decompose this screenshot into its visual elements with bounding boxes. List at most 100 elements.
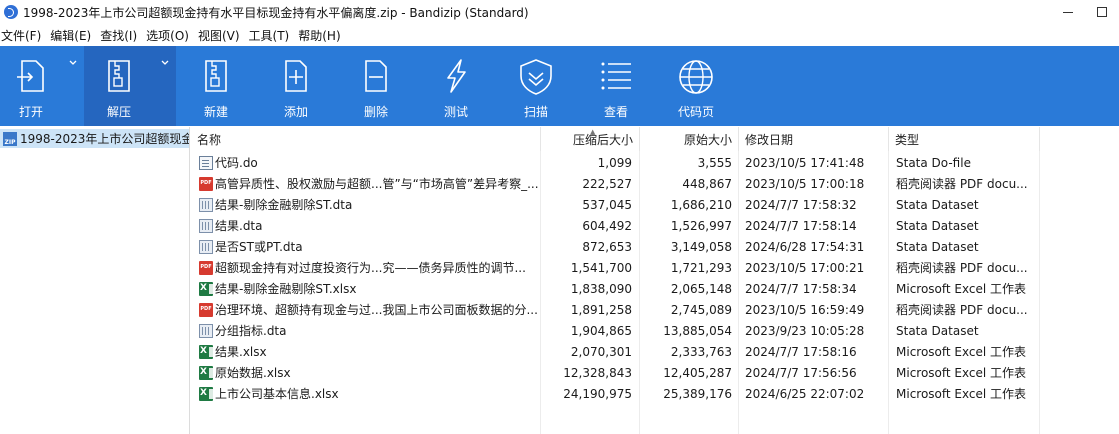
file-name: 结果.xlsx <box>215 345 267 359</box>
original-size-cell: 2,065,148 <box>670 281 732 296</box>
pdf-file-icon <box>199 302 213 317</box>
file-row[interactable]: 结果.xlsx 2,070,301 2,333,763 2024/7/7 17:58:… <box>191 341 1119 362</box>
menu-tools[interactable]: 工具(T) <box>247 27 297 44</box>
codepage-button[interactable]: 代码页 <box>656 46 736 126</box>
modified-date-cell: 2023/10/5 17:00:18 <box>745 176 865 191</box>
file-name-cell: 高管异质性、股权激励与超额...管”与“市场高管”差异考察_... <box>199 173 539 194</box>
file-row[interactable]: 分组指标.dta 1,904,865 13,885,054 2023/9/23 10:… <box>191 320 1119 341</box>
file-name-cell: 代码.do <box>199 152 539 173</box>
modified-date-cell: 2023/9/23 10:05:28 <box>745 323 865 338</box>
delete-button[interactable]: 删除 <box>336 46 416 126</box>
zip-archive-icon: ZIP <box>3 131 17 146</box>
globe-icon <box>679 60 713 94</box>
modified-date-cell: 2024/7/7 17:58:32 <box>745 197 857 212</box>
file-type-cell: Microsoft Excel 工作表 <box>896 366 1027 380</box>
xlsx-file-icon <box>199 344 213 359</box>
file-name: 代码.do <box>215 156 258 170</box>
file-name: 是否ST或PT.dta <box>215 240 303 254</box>
toolbar: 打开 解压 新建 添加 删除 测试 扫描 查看 代码页 <box>0 46 1119 126</box>
file-name: 原始数据.xlsx <box>215 366 291 380</box>
shield-icon <box>520 59 552 95</box>
file-row[interactable]: 高管异质性、股权激励与超额...管”与“市场高管”差异考察_... 222,527… <box>191 173 1119 194</box>
file-type-cell: Stata Dataset <box>896 239 979 254</box>
do-file-icon <box>199 155 213 170</box>
file-name: 结果-剔除金融剔除ST.dta <box>215 198 353 212</box>
file-name: 超额现金持有对过度投资行为...究——债务异质性的调节... <box>215 261 526 275</box>
menu-find[interactable]: 查找(I) <box>98 27 144 44</box>
column-header-original-size[interactable]: 原始大小 <box>640 127 739 151</box>
lightning-icon <box>447 59 466 93</box>
file-type-cell: 稻壳阅读器 PDF docu... <box>896 177 1028 191</box>
column-header-modified[interactable]: 修改日期 <box>739 127 889 151</box>
file-name-cell: 分组指标.dta <box>199 320 539 341</box>
menu-file[interactable]: 文件(F) <box>0 27 48 44</box>
file-row[interactable]: 是否ST或PT.dta 872,653 3,149,058 2024/6/28 17:… <box>191 236 1119 257</box>
file-row[interactable]: 结果-剔除金融剔除ST.xlsx 1,838,090 2,065,148 2024/7… <box>191 278 1119 299</box>
scan-label: 扫描 <box>523 105 548 119</box>
packed-size-cell: 872,653 <box>582 239 632 254</box>
new-label: 新建 <box>203 105 228 119</box>
open-button[interactable]: 打开 <box>0 46 62 126</box>
tree-item-archive[interactable]: ZIP 1998-2023年上市公司超额现金持有水平目标现金持有水平偏离度.zi… <box>0 129 189 148</box>
extract-label: 解压 <box>106 105 131 119</box>
file-type-cell: 稻壳阅读器 PDF docu... <box>896 261 1028 275</box>
column-header-type[interactable]: 类型 <box>889 127 1040 151</box>
dta-file-icon <box>199 218 213 233</box>
modified-date-cell: 2024/7/7 17:56:56 <box>745 365 857 380</box>
add-button[interactable]: 添加 <box>256 46 336 126</box>
chevron-down-icon <box>69 60 77 65</box>
file-type-cell: Microsoft Excel 工作表 <box>896 345 1027 359</box>
extract-dropdown-button[interactable] <box>154 46 176 126</box>
chevron-down-icon <box>161 60 169 65</box>
view-button[interactable]: 查看 <box>576 46 656 126</box>
file-type-cell: Microsoft Excel 工作表 <box>896 282 1027 296</box>
test-button[interactable]: 测试 <box>416 46 496 126</box>
new-archive-icon <box>205 60 227 92</box>
new-button[interactable]: 新建 <box>176 46 256 126</box>
file-row[interactable]: 原始数据.xlsx 12,328,843 12,405,287 2024/7/7 17… <box>191 362 1119 383</box>
file-name-cell: 治理环境、超额持有现金与过...我国上市公司面板数据的分... <box>199 299 539 320</box>
add-file-icon <box>285 60 307 92</box>
packed-size-cell: 1,891,258 <box>570 302 632 317</box>
file-row[interactable]: 上市公司基本信息.xlsx 24,190,975 25,389,176 2024/6/… <box>191 383 1119 404</box>
dta-file-icon <box>199 197 213 212</box>
original-size-cell: 2,745,089 <box>670 302 732 317</box>
column-header-packed-size[interactable]: ▲ 压缩后大小 <box>541 127 640 151</box>
menu-view[interactable]: 视图(V) <box>196 27 247 44</box>
open-dropdown-button[interactable] <box>62 46 84 126</box>
xlsx-file-icon <box>199 386 213 401</box>
packed-size-cell: 1,904,865 <box>570 323 632 338</box>
menu-options[interactable]: 选项(O) <box>144 27 196 44</box>
file-name: 上市公司基本信息.xlsx <box>215 387 339 401</box>
test-label: 测试 <box>443 105 468 119</box>
file-name-cell: 结果.xlsx <box>199 341 539 362</box>
packed-size-cell: 24,190,975 <box>563 386 632 401</box>
file-row[interactable]: 代码.do 1,099 3,555 2023/10/5 17:41:48 Stata D… <box>191 152 1119 173</box>
file-name-cell: 结果.dta <box>199 215 539 236</box>
minimize-button[interactable] <box>1051 0 1085 24</box>
dta-file-icon <box>199 239 213 254</box>
file-name: 治理环境、超额持有现金与过...我国上市公司面板数据的分... <box>215 303 538 317</box>
file-row[interactable]: 结果-剔除金融剔除ST.dta 537,045 1,686,210 2024/7/7 … <box>191 194 1119 215</box>
maximize-button[interactable] <box>1085 0 1119 24</box>
column-header-name[interactable]: 名称 <box>191 127 541 151</box>
menu-help[interactable]: 帮助(H) <box>296 27 347 44</box>
file-row[interactable]: 超额现金持有对过度投资行为...究——债务异质性的调节... 1,541,700 1… <box>191 257 1119 278</box>
modified-date-cell: 2024/7/7 17:58:34 <box>745 281 857 296</box>
file-name-cell: 结果-剔除金融剔除ST.xlsx <box>199 278 539 299</box>
modified-date-cell: 2024/6/25 22:07:02 <box>745 386 865 401</box>
packed-size-cell: 1,838,090 <box>570 281 632 296</box>
file-row[interactable]: 结果.dta 604,492 1,526,997 2024/7/7 17:58:14 S… <box>191 215 1119 236</box>
file-row[interactable]: 治理环境、超额持有现金与过...我国上市公司面板数据的分... 1,891,258… <box>191 299 1119 320</box>
file-name-cell: 上市公司基本信息.xlsx <box>199 383 539 404</box>
menu-edit[interactable]: 编辑(E) <box>48 27 98 44</box>
original-size-cell: 1,526,997 <box>670 218 732 233</box>
packed-size-cell: 537,045 <box>582 197 632 212</box>
packed-size-cell: 1,541,700 <box>570 260 632 275</box>
column-type-label: 类型 <box>895 132 920 147</box>
scan-button[interactable]: 扫描 <box>496 46 576 126</box>
modified-date-cell: 2023/10/5 17:00:21 <box>745 260 865 275</box>
folder-tree: ZIP 1998-2023年上市公司超额现金持有水平目标现金持有水平偏离度.zi… <box>0 127 190 434</box>
extract-button[interactable]: 解压 <box>84 46 154 126</box>
view-label: 查看 <box>603 105 628 119</box>
